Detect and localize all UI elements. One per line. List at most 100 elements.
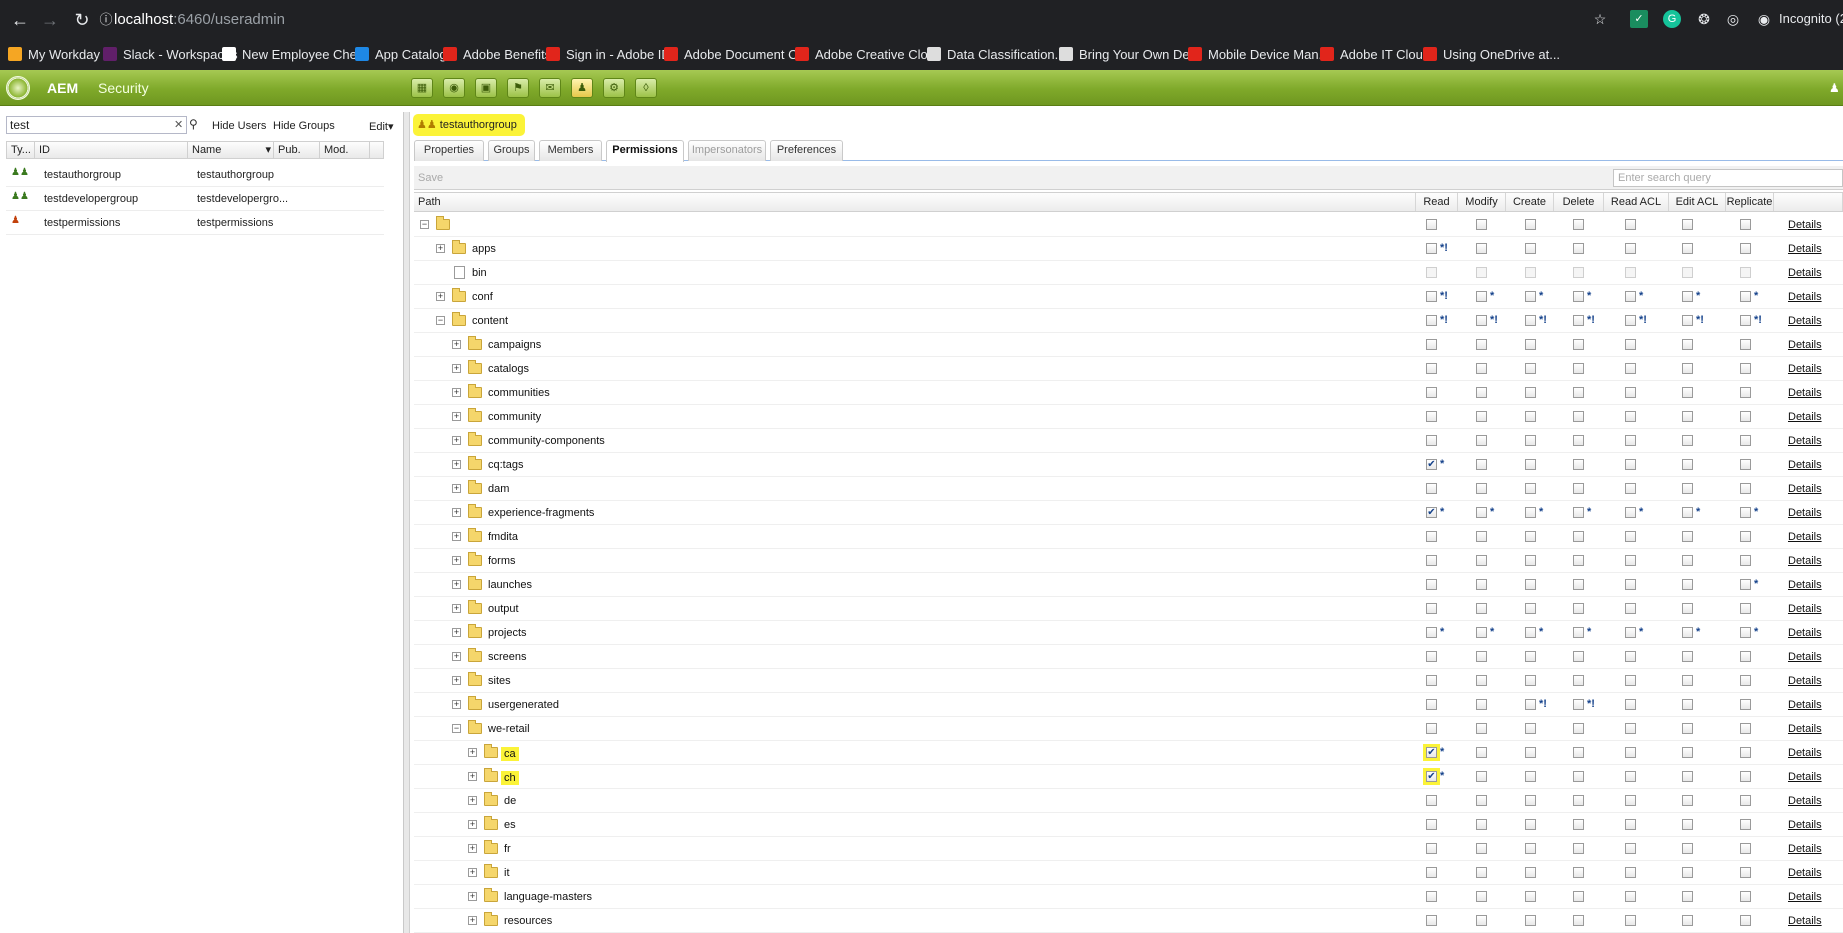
- collapse-icon[interactable]: −: [436, 316, 445, 325]
- modify-checkbox[interactable]: [1476, 819, 1487, 830]
- col-edit-acl[interactable]: Edit ACL: [1669, 193, 1726, 211]
- expand-icon[interactable]: +: [452, 364, 461, 373]
- tree-row[interactable]: bin Details: [414, 261, 1843, 285]
- col-pub[interactable]: Pub.: [274, 142, 320, 158]
- edit-acl-checkbox[interactable]: [1682, 459, 1693, 470]
- modify-checkbox[interactable]: [1476, 651, 1487, 662]
- read-checkbox[interactable]: [1426, 387, 1437, 398]
- expand-icon[interactable]: +: [452, 484, 461, 493]
- create-checkbox[interactable]: [1525, 435, 1536, 446]
- modify-checkbox[interactable]: [1476, 507, 1487, 518]
- path-label[interactable]: catalogs: [488, 363, 529, 375]
- read-checkbox[interactable]: [1426, 339, 1437, 350]
- delete-checkbox[interactable]: [1573, 747, 1584, 758]
- modify-checkbox[interactable]: [1476, 699, 1487, 710]
- read-checkbox[interactable]: [1426, 555, 1437, 566]
- edit-acl-checkbox[interactable]: [1682, 627, 1693, 638]
- details-link[interactable]: Details: [1788, 291, 1822, 303]
- grammarly-icon[interactable]: G: [1663, 10, 1681, 28]
- search-query-input[interactable]: Enter search query: [1613, 169, 1843, 187]
- forward-icon[interactable]: →: [38, 8, 62, 32]
- read-acl-checkbox[interactable]: [1625, 459, 1636, 470]
- tab-properties[interactable]: Properties: [414, 140, 484, 161]
- read-acl-checkbox[interactable]: [1625, 315, 1636, 326]
- details-link[interactable]: Details: [1788, 507, 1822, 519]
- bookmark-item[interactable]: App Catalog: [355, 44, 447, 66]
- path-label[interactable]: ch: [501, 771, 519, 785]
- expand-icon[interactable]: +: [452, 556, 461, 565]
- edit-acl-checkbox[interactable]: [1682, 339, 1693, 350]
- tree-row[interactable]: + community-components Details: [414, 429, 1843, 453]
- tree-row[interactable]: + projects * * * * * * * Details: [414, 621, 1843, 645]
- read-acl-checkbox[interactable]: [1625, 843, 1636, 854]
- read-checkbox[interactable]: [1426, 435, 1437, 446]
- tree-row[interactable]: + ch * Details: [414, 765, 1843, 789]
- details-link[interactable]: Details: [1788, 387, 1822, 399]
- read-acl-checkbox[interactable]: [1625, 891, 1636, 902]
- details-link[interactable]: Details: [1788, 651, 1822, 663]
- details-link[interactable]: Details: [1788, 843, 1822, 855]
- read-checkbox[interactable]: [1426, 315, 1437, 326]
- tree-row[interactable]: + campaigns Details: [414, 333, 1843, 357]
- read-checkbox[interactable]: [1426, 699, 1437, 710]
- expand-icon[interactable]: +: [468, 748, 477, 757]
- details-link[interactable]: Details: [1788, 915, 1822, 927]
- create-checkbox[interactable]: [1525, 699, 1536, 710]
- modify-checkbox[interactable]: [1476, 387, 1487, 398]
- replicate-checkbox[interactable]: [1740, 867, 1751, 878]
- edit-acl-checkbox[interactable]: [1682, 531, 1693, 542]
- edit-acl-checkbox[interactable]: [1682, 771, 1693, 782]
- replicate-checkbox[interactable]: [1740, 339, 1751, 350]
- path-label[interactable]: dam: [488, 483, 509, 495]
- read-checkbox[interactable]: [1426, 219, 1437, 230]
- delete-checkbox[interactable]: [1573, 243, 1584, 254]
- create-checkbox[interactable]: [1525, 459, 1536, 470]
- read-checkbox[interactable]: [1426, 795, 1437, 806]
- col-type[interactable]: Ty...: [7, 142, 35, 158]
- replicate-checkbox[interactable]: [1740, 315, 1751, 326]
- read-checkbox[interactable]: [1426, 891, 1437, 902]
- path-label[interactable]: ca: [501, 747, 519, 761]
- read-checkbox[interactable]: [1426, 771, 1437, 782]
- delete-checkbox[interactable]: [1573, 291, 1584, 302]
- edit-acl-checkbox[interactable]: [1682, 819, 1693, 830]
- details-link[interactable]: Details: [1788, 747, 1822, 759]
- modify-checkbox[interactable]: [1476, 795, 1487, 806]
- read-acl-checkbox[interactable]: [1625, 747, 1636, 758]
- create-checkbox[interactable]: [1525, 915, 1536, 926]
- tree-row[interactable]: + ca * Details: [414, 741, 1843, 765]
- replicate-checkbox[interactable]: [1740, 675, 1751, 686]
- edit-acl-checkbox[interactable]: [1682, 219, 1693, 230]
- expand-icon[interactable]: +: [468, 820, 477, 829]
- tree-row[interactable]: + screens Details: [414, 645, 1843, 669]
- read-acl-checkbox[interactable]: [1625, 483, 1636, 494]
- create-checkbox[interactable]: [1525, 531, 1536, 542]
- expand-icon[interactable]: +: [452, 412, 461, 421]
- col-mod[interactable]: Mod.: [320, 142, 370, 158]
- modify-checkbox[interactable]: [1476, 603, 1487, 614]
- col-read-acl[interactable]: Read ACL: [1604, 193, 1669, 211]
- delete-checkbox[interactable]: [1573, 867, 1584, 878]
- read-acl-checkbox[interactable]: [1625, 579, 1636, 590]
- create-checkbox[interactable]: [1525, 579, 1536, 590]
- tree-row[interactable]: + cq:tags * Details: [414, 453, 1843, 477]
- read-checkbox[interactable]: [1426, 459, 1437, 470]
- edit-acl-checkbox[interactable]: [1682, 651, 1693, 662]
- path-label[interactable]: bin: [472, 267, 487, 279]
- reload-icon[interactable]: ↻: [70, 8, 94, 32]
- read-checkbox[interactable]: [1426, 843, 1437, 854]
- replicate-checkbox[interactable]: [1740, 459, 1751, 470]
- create-checkbox[interactable]: [1525, 603, 1536, 614]
- details-link[interactable]: Details: [1788, 339, 1822, 351]
- list-item[interactable]: ♟♟ testauthorgroup testauthorgroup: [6, 163, 384, 187]
- search-input[interactable]: test: [6, 116, 187, 134]
- edit-acl-checkbox[interactable]: [1682, 579, 1693, 590]
- details-link[interactable]: Details: [1788, 267, 1822, 279]
- replicate-checkbox[interactable]: [1740, 579, 1751, 590]
- user-menu-icon[interactable]: ♟: [1829, 81, 1843, 95]
- tree-row[interactable]: + experience-fragments * * * * * * * Details: [414, 501, 1843, 525]
- collapse-icon[interactable]: −: [420, 220, 429, 229]
- bookmark-item[interactable]: My Workday: [8, 44, 100, 66]
- replicate-checkbox[interactable]: [1740, 435, 1751, 446]
- path-label[interactable]: experience-fragments: [488, 507, 594, 519]
